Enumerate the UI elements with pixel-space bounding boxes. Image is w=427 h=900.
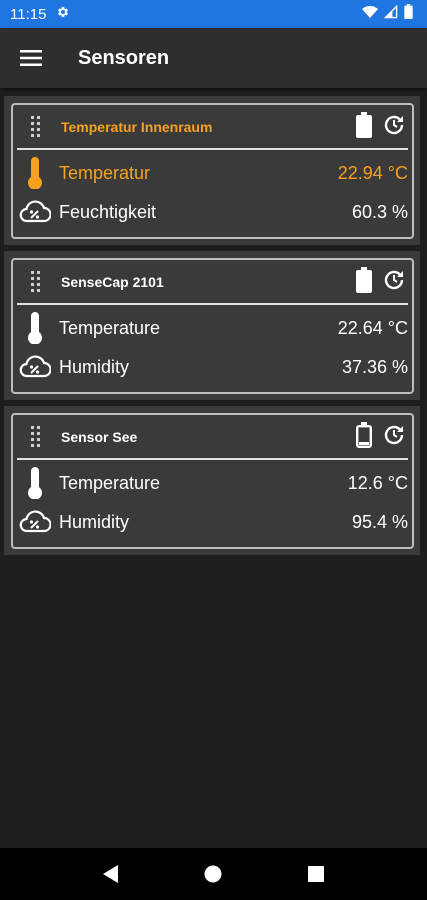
- cellular-icon: [383, 4, 398, 24]
- battery-low-icon: [356, 421, 373, 453]
- humidity-cloud-icon: [13, 503, 57, 541]
- drag-handle-icon[interactable]: [19, 415, 53, 459]
- app-bar: Sensoren: [0, 28, 427, 88]
- humidity-row: Humidity 37.36 %: [13, 348, 412, 386]
- status-time: 11:15: [10, 5, 47, 23]
- status-bar: 11:15: [0, 0, 427, 28]
- temperature-row: Temperatur 22.94 °C: [13, 154, 412, 192]
- sensor-card[interactable]: SenseCap 2101 Temperature 22.64 °C Humid…: [4, 251, 420, 400]
- hamburger-menu-icon[interactable]: [0, 28, 62, 88]
- row-value: 22.94 °C: [337, 162, 408, 183]
- thermometer-icon: [13, 154, 57, 192]
- back-icon[interactable]: [91, 854, 131, 894]
- row-value: 12.6 °C: [347, 472, 408, 493]
- refresh-icon[interactable]: [382, 113, 406, 142]
- sensor-name: Temperatur Innenraum: [61, 119, 213, 135]
- humidity-row: Humidity 95.4 %: [13, 503, 412, 541]
- humidity-cloud-icon: [13, 348, 57, 386]
- row-value: 22.64 °C: [337, 317, 408, 338]
- row-label: Humidity: [59, 511, 130, 532]
- drag-handle-icon[interactable]: [19, 260, 53, 304]
- row-label: Feuchtigkeit: [59, 201, 157, 222]
- row-label: Temperature: [59, 472, 161, 493]
- sensor-name: SenseCap 2101: [61, 274, 164, 290]
- row-value: 37.36 %: [341, 356, 408, 377]
- humidity-row: Feuchtigkeit 60.3 %: [13, 193, 412, 231]
- row-value: 95.4 %: [351, 511, 408, 532]
- card-divider: [17, 303, 408, 305]
- temperature-row: Temperature 12.6 °C: [13, 464, 412, 502]
- battery-icon: [404, 4, 413, 24]
- sensor-name: Sensor See: [61, 429, 138, 445]
- thermometer-icon: [13, 309, 57, 347]
- row-value: 60.3 %: [351, 201, 408, 222]
- battery-full-icon: [356, 266, 372, 298]
- sensor-card[interactable]: Sensor See Temperature 12.6 °C Humidity …: [4, 406, 420, 555]
- row-label: Temperature: [59, 317, 161, 338]
- row-label: Humidity: [59, 356, 130, 377]
- humidity-cloud-icon: [13, 193, 57, 231]
- gear-icon: [56, 5, 70, 23]
- row-label: Temperatur: [59, 162, 151, 183]
- battery-full-icon: [356, 111, 372, 143]
- sensor-card[interactable]: Temperatur Innenraum Temperatur 22.94 °C: [4, 96, 420, 245]
- card-divider: [17, 458, 408, 460]
- page-title: Sensoren: [78, 46, 170, 69]
- temperature-row: Temperature 22.64 °C: [13, 309, 412, 347]
- refresh-icon[interactable]: [382, 268, 406, 297]
- drag-handle-icon[interactable]: [19, 105, 53, 149]
- recents-icon[interactable]: [296, 854, 336, 894]
- home-icon[interactable]: [193, 854, 233, 894]
- thermometer-icon: [13, 464, 57, 502]
- system-nav-bar: [0, 848, 427, 900]
- refresh-icon[interactable]: [382, 423, 406, 452]
- card-divider: [17, 148, 408, 150]
- wifi-icon: [362, 5, 378, 24]
